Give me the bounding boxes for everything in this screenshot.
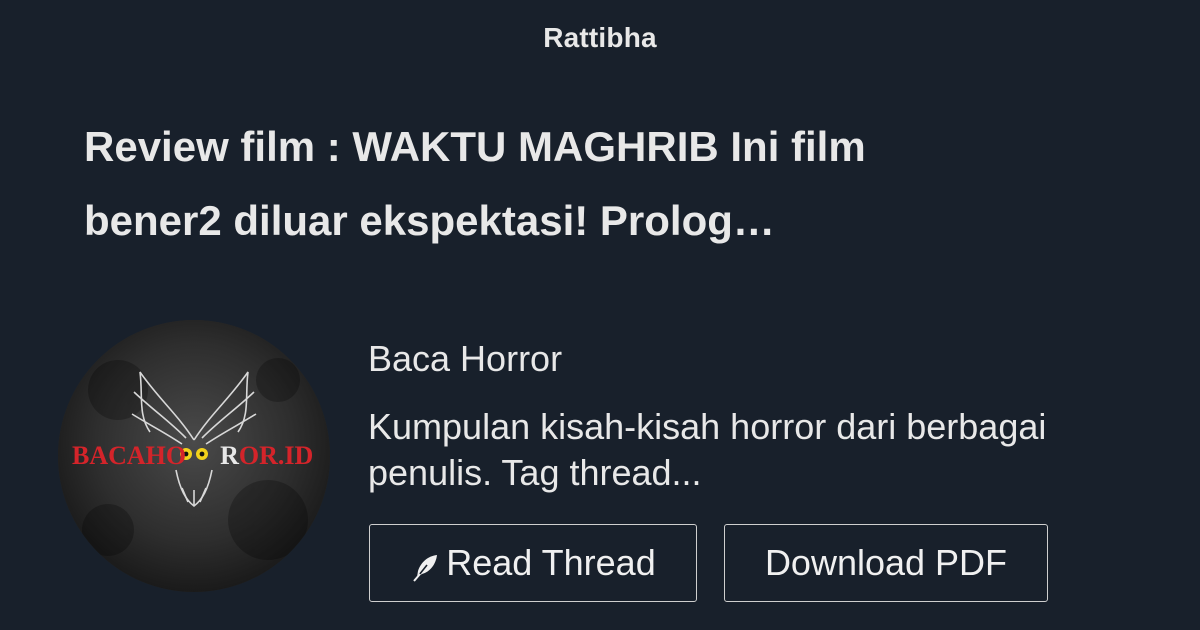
thread-title: Review film : WAKTU MAGHRIB Ini film ben…: [84, 110, 1124, 258]
download-pdf-label: Download PDF: [764, 542, 1008, 583]
site-brand[interactable]: Rattibha: [0, 22, 1200, 54]
author-bio-line-2: penulis. Tag thread...: [368, 452, 702, 493]
download-pdf-button[interactable]: Download PDF: [724, 524, 1048, 602]
author-name[interactable]: Baca Horror: [368, 338, 562, 380]
author-avatar: BACAHO ROR.ID: [58, 320, 330, 592]
thread-title-line-1: Review film : WAKTU MAGHRIB Ini film: [84, 123, 866, 170]
thread-title-line-2: bener2 diluar ekspektasi! Prolog…: [84, 197, 775, 244]
baca-horror-logo: BACAHO ROR.ID: [58, 320, 330, 592]
read-thread-label: Read Thread: [446, 542, 656, 583]
feather-icon: [413, 555, 438, 582]
author-bio-line-1: Kumpulan kisah-kisah horror dari berbaga…: [368, 406, 1047, 447]
read-thread-button[interactable]: Read Thread: [369, 524, 697, 602]
author-bio: Kumpulan kisah-kisah horror dari berbaga…: [368, 404, 1168, 496]
